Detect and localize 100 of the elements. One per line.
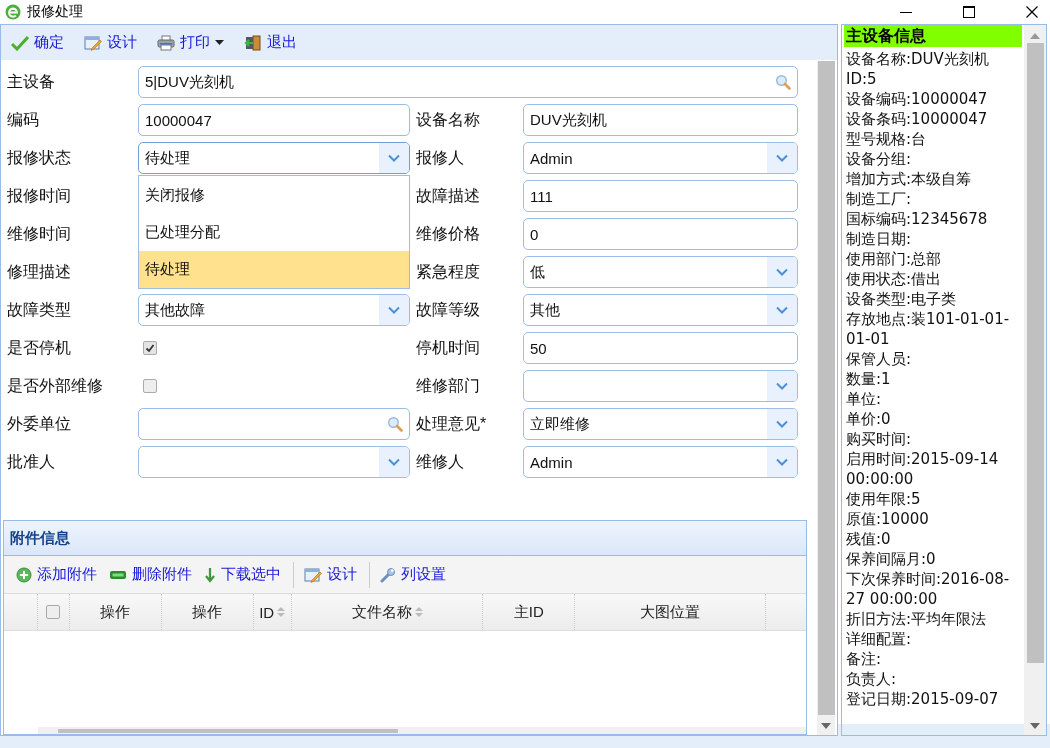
field-label: 维修人: [415, 451, 465, 472]
field-label: 停机时间: [415, 337, 481, 358]
dropdown-option[interactable]: 待处理: [139, 251, 409, 288]
search-field[interactable]: 5|DUV光刻机: [138, 66, 798, 98]
dropdown-button[interactable]: [767, 371, 797, 401]
dropdown-button[interactable]: [767, 447, 797, 477]
info-line: 数量:1: [845, 369, 892, 389]
text-field[interactable]: DUV光刻机: [523, 104, 798, 136]
info-line: 设备条码:10000047: [845, 109, 989, 129]
field-label: 是否停机: [7, 337, 72, 358]
plus-circle-icon: [16, 566, 32, 583]
toolbar-button[interactable]: 删除附件: [105, 563, 196, 586]
field-label: 紧急程度: [415, 261, 481, 282]
combo-box[interactable]: 其他故障: [138, 294, 410, 326]
scroll-down-icon[interactable]: [1030, 723, 1040, 729]
toolbar-button[interactable]: 设计: [80, 31, 141, 54]
combo-box[interactable]: [523, 370, 798, 402]
pencil-window-icon: [84, 34, 102, 51]
panel-title: 主设备信息: [844, 25, 1022, 47]
wrench-icon: [380, 566, 396, 583]
checkbox[interactable]: [46, 605, 61, 619]
dropdown-button[interactable]: [379, 295, 409, 325]
text-field[interactable]: 0: [523, 218, 798, 250]
info-line: 制造工厂:: [845, 189, 913, 209]
dropdown-button[interactable]: [379, 143, 409, 173]
info-line: 增加方式:本级自筹: [845, 169, 973, 189]
field-label: 设备名称: [415, 109, 481, 130]
dropdown-button[interactable]: [767, 409, 797, 439]
toolbar-button[interactable]: 确定: [7, 31, 68, 54]
sort-arrows-icon[interactable]: [414, 606, 423, 618]
text-field[interactable]: 50: [523, 332, 798, 364]
scrollbar-thumb[interactable]: [1026, 43, 1044, 663]
dropdown-option[interactable]: 关闭报修: [139, 177, 409, 214]
chevron-down-icon: [776, 268, 788, 276]
combo-box[interactable]: 立即维修: [523, 408, 798, 440]
info-line: 折旧方法:平均年限法: [845, 609, 988, 629]
toolbar-button[interactable]: 下载选中: [200, 563, 285, 586]
info-line: 设备分组:: [845, 149, 913, 169]
chevron-down-icon: [776, 382, 788, 390]
field-label: 报修人: [415, 147, 465, 168]
field-label: 故障等级: [415, 299, 481, 320]
toolbar-button[interactable]: 设计: [300, 563, 361, 586]
info-line: 国标编码:12345678: [845, 209, 989, 229]
dropdown-button[interactable]: [767, 257, 797, 287]
toolbar-button[interactable]: 添加附件: [12, 563, 101, 586]
scroll-down-icon[interactable]: [821, 723, 831, 729]
dropdown-option[interactable]: 已处理分配: [139, 214, 409, 251]
combo-box[interactable]: Admin: [523, 446, 798, 478]
field-label: 维修部门: [415, 375, 481, 396]
column-header[interactable]: 文件名称: [291, 594, 484, 630]
window-title: 报修处理: [27, 3, 84, 21]
scroll-up-icon[interactable]: [1030, 33, 1040, 39]
down-arrow-icon: [204, 566, 216, 583]
info-line: 保管人员:: [845, 349, 913, 369]
combo-box[interactable]: [138, 446, 410, 478]
combo-box[interactable]: 低: [523, 256, 798, 288]
search-icon[interactable]: [775, 74, 791, 90]
info-line: 原值:10000: [845, 509, 930, 529]
dropdown-button[interactable]: [379, 447, 409, 477]
checkbox[interactable]: [143, 341, 157, 355]
minus-bar-icon: [109, 568, 127, 581]
field-label: 报修状态: [7, 147, 72, 168]
info-line: 单价:0: [845, 409, 892, 429]
horizontal-scrollbar[interactable]: [58, 729, 398, 733]
sort-arrows-icon[interactable]: [277, 606, 286, 618]
toolbar-button[interactable]: 打印: [153, 31, 228, 54]
info-line: 下次保养时间:2016-08-27 00:00:00: [845, 569, 1011, 609]
checkbox[interactable]: [143, 379, 157, 393]
combo-box[interactable]: 待处理: [138, 142, 410, 174]
info-line: 制造日期:: [845, 229, 913, 249]
search-icon[interactable]: [387, 416, 403, 432]
chevron-down-icon: [776, 306, 788, 314]
app-logo-icon: [5, 4, 21, 20]
dropdown-button[interactable]: [767, 143, 797, 173]
toolbar-button[interactable]: 退出: [240, 31, 301, 54]
scrollbar-thumb[interactable]: [817, 61, 835, 715]
close-icon[interactable]: [1026, 6, 1038, 18]
info-line: 设备编码:10000047: [845, 89, 989, 109]
column-header[interactable]: 主ID: [483, 594, 576, 630]
column-header[interactable]: 大图位置: [575, 594, 767, 630]
field-label: 报修时间: [7, 185, 72, 206]
search-field[interactable]: [138, 408, 410, 440]
field-label: 外委单位: [7, 413, 72, 434]
maximize-icon[interactable]: [963, 6, 975, 18]
info-line: 使用状态:借出: [845, 269, 943, 289]
info-line: 备注:: [845, 649, 883, 669]
text-field[interactable]: 111: [523, 180, 798, 212]
info-line: 残值:0: [845, 529, 892, 549]
field-label: 维修时间: [7, 223, 72, 244]
dropdown-button[interactable]: [767, 295, 797, 325]
column-header[interactable]: ID: [253, 594, 292, 630]
text-field[interactable]: 10000047: [138, 104, 410, 136]
column-header[interactable]: 操作: [69, 594, 162, 630]
column-header[interactable]: 操作: [161, 594, 254, 630]
combo-box[interactable]: Admin: [523, 142, 798, 174]
field-label: 故障描述: [415, 185, 481, 206]
toolbar-button[interactable]: 列设置: [376, 563, 450, 586]
chevron-down-icon: [776, 420, 788, 428]
combo-box[interactable]: 其他: [523, 294, 798, 326]
field-label: 主设备: [7, 71, 56, 92]
